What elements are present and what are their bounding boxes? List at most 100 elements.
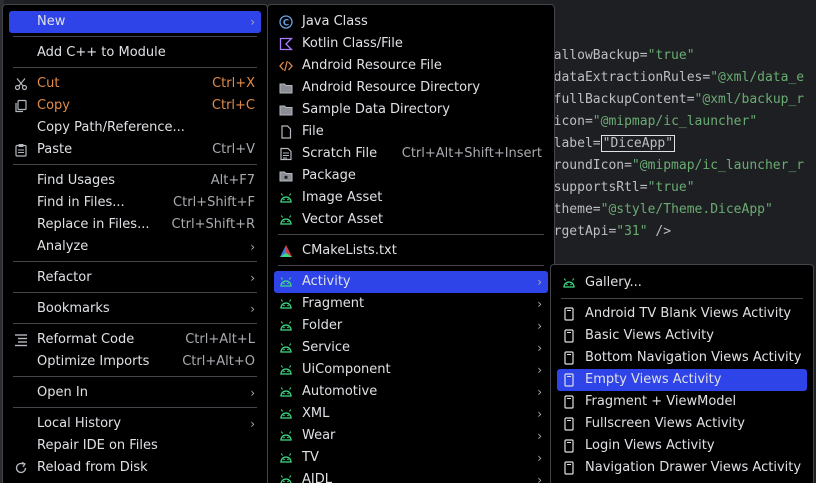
new-menu-item-label: Kotlin Class/File <box>302 36 403 51</box>
context-menu: New › Add C++ to Module Cut Ctrl+X Copy Ctrl+C… <box>2 4 268 483</box>
code-token: "@xml/backup_r <box>694 92 805 107</box>
reload-icon <box>13 460 29 476</box>
activity-file-icon <box>561 372 577 388</box>
new-menu-item-aidl[interactable]: AIDL › <box>274 469 548 483</box>
new-menu-item-label: Package <box>302 168 356 183</box>
context-menu-item-reformat-code[interactable]: Reformat Code Ctrl+Alt+L <box>9 329 261 351</box>
new-menu-item-shortcut: Ctrl+Alt+Shift+Insert <box>401 146 542 161</box>
code-token: "@xml/data_e <box>710 70 805 85</box>
context-menu-item-optimize-imports[interactable]: Optimize Imports Ctrl+Alt+O <box>9 351 261 373</box>
context-menu-item-label: Optimize Imports <box>37 354 150 369</box>
code-line: d:label= "DiceApp" <box>538 133 676 155</box>
context-menu-item-add-c-to-module[interactable]: Add C++ to Module <box>9 42 261 64</box>
chevron-right-icon: › <box>537 407 542 421</box>
chevron-right-icon: › <box>537 319 542 333</box>
context-menu-item-shortcut: Ctrl+Alt+O <box>182 354 255 369</box>
chevron-right-icon: › <box>250 417 255 431</box>
new-menu-item-tv[interactable]: TV › <box>274 447 548 469</box>
context-menu-item-copy-path-reference[interactable]: Copy Path/Reference... <box>9 117 261 139</box>
context-menu-item-reload-from-disk[interactable]: Reload from Disk <box>9 457 261 479</box>
scissors-icon <box>13 76 29 92</box>
android-icon <box>561 275 577 291</box>
code-token: /> <box>647 224 672 239</box>
context-menu-item-label: Cut <box>37 76 60 91</box>
context-menu-item-replace-in-files[interactable]: Replace in Files... Ctrl+Shift+R <box>9 214 261 236</box>
new-menu-item-activity[interactable]: Activity › <box>274 271 548 293</box>
icon-slot <box>13 416 29 432</box>
context-menu-item-refactor[interactable]: Refactor › <box>9 267 261 289</box>
new-menu-item-kotlin-class-file[interactable]: Kotlin Class/File <box>274 33 548 55</box>
context-menu-item-analyze[interactable]: Analyze › <box>9 236 261 258</box>
new-menu-item-folder[interactable]: Folder › <box>274 315 548 337</box>
android-icon <box>278 190 294 206</box>
new-menu-item-image-asset[interactable]: Image Asset <box>274 187 548 209</box>
new-menu-item-label: Java Class <box>302 14 368 29</box>
context-menu-item-find-in-files[interactable]: Find in Files... Ctrl+Shift+F <box>9 192 261 214</box>
chevron-right-icon: › <box>250 302 255 316</box>
context-menu-item-open-in[interactable]: Open In › <box>9 382 261 404</box>
code-token: d:fullBackupContent= <box>538 92 695 107</box>
code-line: d:allowBackup="true" <box>538 45 695 67</box>
new-menu-item-label: UiComponent <box>302 362 391 377</box>
new-menu-item-package[interactable]: Package <box>274 165 548 187</box>
context-menu-item-bookmarks[interactable]: Bookmarks › <box>9 298 261 320</box>
new-menu-item-label: Automotive <box>302 384 378 399</box>
icon-slot <box>13 354 29 370</box>
menu-separator <box>13 323 257 324</box>
icon-slot <box>13 270 29 286</box>
chevron-right-icon: › <box>537 451 542 465</box>
new-menu-item-label: TV <box>302 450 319 465</box>
activity-menu-item-empty-views-activity[interactable]: Empty Views Activity <box>557 369 807 391</box>
new-menu-item-uicomponent[interactable]: UiComponent › <box>274 359 548 381</box>
new-menu-item-java-class[interactable]: C Java Class <box>274 11 548 33</box>
context-menu-item-local-history[interactable]: Local History › <box>9 413 261 435</box>
new-menu-item-automotive[interactable]: Automotive › <box>274 381 548 403</box>
new-menu-item-android-resource-directory[interactable]: Android Resource Directory <box>274 77 548 99</box>
new-menu-item-scratch-file[interactable]: Scratch File Ctrl+Alt+Shift+Insert <box>274 143 548 165</box>
new-menu-item-label: Android Resource File <box>302 58 442 73</box>
cmake-icon <box>278 243 294 259</box>
chevron-right-icon: › <box>537 297 542 311</box>
new-menu-item-file[interactable]: File <box>274 121 548 143</box>
menu-separator <box>278 265 544 266</box>
context-menu-item-shortcut: Ctrl+Shift+F <box>173 195 255 210</box>
context-menu-item-cut[interactable]: Cut Ctrl+X <box>9 73 261 95</box>
activity-file-icon <box>561 328 577 344</box>
new-menu-item-cmakelists-txt[interactable]: CMakeLists.txt <box>274 240 548 262</box>
activity-file-icon <box>561 416 577 432</box>
context-menu-item-repair-ide-on-files[interactable]: Repair IDE on Files <box>9 435 261 457</box>
chevron-right-icon: › <box>537 341 542 355</box>
activity-menu-item-fullscreen-views-activity[interactable]: Fullscreen Views Activity <box>557 413 807 435</box>
context-menu-item-label: Reload from Disk <box>37 460 148 475</box>
context-menu-item-paste[interactable]: Paste Ctrl+V <box>9 139 261 161</box>
context-menu-item-new[interactable]: New › <box>9 11 261 33</box>
activity-menu-item-basic-views-activity[interactable]: Basic Views Activity <box>557 325 807 347</box>
new-menu-item-xml[interactable]: XML › <box>274 403 548 425</box>
code-token: "true" <box>647 48 695 63</box>
activity-menu-item-fragment-viewmodel[interactable]: Fragment + ViewModel <box>557 391 807 413</box>
new-menu-item-android-resource-file[interactable]: Android Resource File <box>274 55 548 77</box>
new-menu-item-label: Folder <box>302 318 343 333</box>
activity-menu-item-gallery[interactable]: Gallery... <box>557 272 807 294</box>
context-menu-item-label: Local History <box>37 416 122 431</box>
new-menu-item-service[interactable]: Service › <box>274 337 548 359</box>
context-menu-item-shortcut: Ctrl+Shift+R <box>171 217 256 232</box>
context-menu-item-label: Add C++ to Module <box>37 45 166 60</box>
activity-menu-item-bottom-navigation-views-activity[interactable]: Bottom Navigation Views Activity <box>557 347 807 369</box>
android-icon <box>278 212 294 228</box>
new-menu-item-sample-data-directory[interactable]: Sample Data Directory <box>274 99 548 121</box>
activity-menu-item-navigation-drawer-views-activity[interactable]: Navigation Drawer Views Activity <box>557 457 807 479</box>
new-menu-item-vector-asset[interactable]: Vector Asset <box>274 209 548 231</box>
activity-file-icon <box>561 350 577 366</box>
context-menu-item-find-usages[interactable]: Find Usages Alt+F7 <box>9 170 261 192</box>
new-menu-item-fragment[interactable]: Fragment › <box>274 293 548 315</box>
new-menu-item-wear[interactable]: Wear › <box>274 425 548 447</box>
activity-menu-item-login-views-activity[interactable]: Login Views Activity <box>557 435 807 457</box>
new-menu-item-label: Image Asset <box>302 190 383 205</box>
highlighted-token: "DiceApp" <box>600 135 676 152</box>
activity-menu-item-android-tv-blank-views-activity[interactable]: Android TV Blank Views Activity <box>557 303 807 325</box>
reformat-icon <box>13 332 29 348</box>
context-menu-item-copy[interactable]: Copy Ctrl+C <box>9 95 261 117</box>
icon-slot <box>13 385 29 401</box>
code-line: d:dataExtractionRules="@xml/data_e <box>538 67 804 89</box>
